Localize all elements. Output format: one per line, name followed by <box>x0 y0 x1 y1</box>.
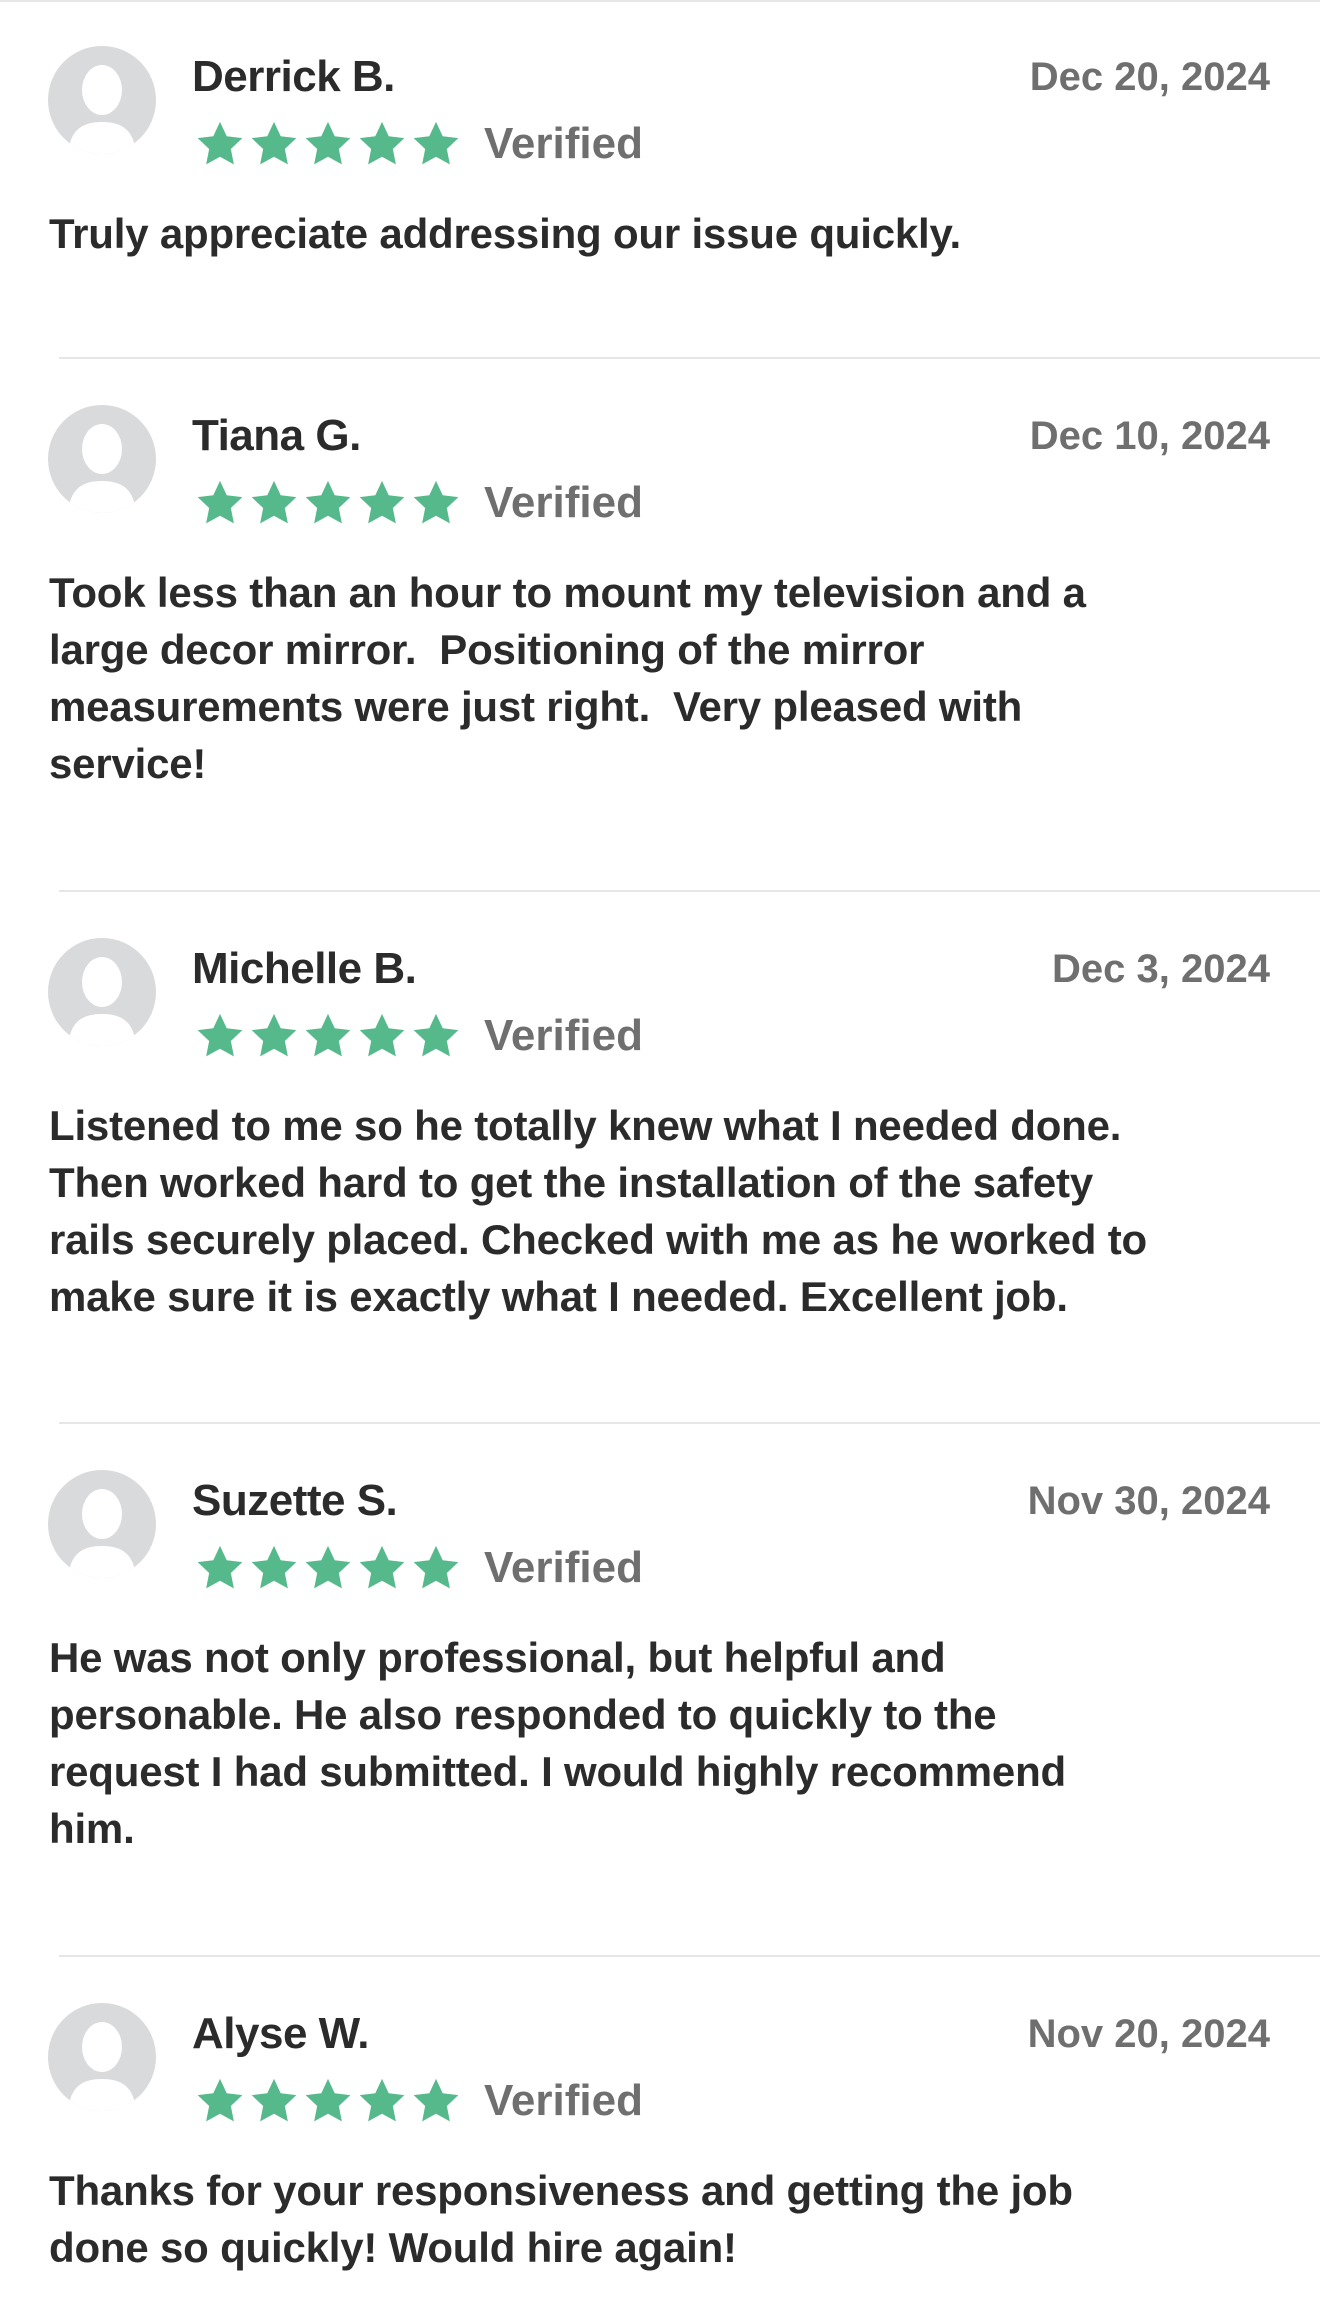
star-icon <box>305 2078 351 2122</box>
review-text: Took less than an hour to mount my telev… <box>49 569 1086 787</box>
review-divider <box>59 357 1320 359</box>
review-divider <box>59 1422 1320 1424</box>
star-icon <box>305 480 351 524</box>
star-icon <box>305 1545 351 1589</box>
verified-label: Verified <box>484 2076 643 2125</box>
review-date: Dec 10, 2024 <box>1029 414 1270 458</box>
star-icon <box>305 1013 351 1057</box>
review-divider <box>59 890 1320 892</box>
star-icon <box>197 1013 243 1057</box>
default-avatar-icon <box>48 1470 156 1578</box>
reviewer-name: Alyse W. <box>192 2009 369 2058</box>
star-rating: Verified <box>194 475 643 531</box>
star-icon <box>413 1013 459 1057</box>
default-avatar-icon <box>48 938 156 1046</box>
star-rating: Verified <box>194 2073 643 2129</box>
review-date: Dec 3, 2024 <box>1052 947 1270 991</box>
reviewer-name: Tiana G. <box>192 411 361 460</box>
verified-label: Verified <box>484 1011 643 1060</box>
star-icon <box>359 1013 405 1057</box>
star-icon <box>251 1013 297 1057</box>
star-icon <box>359 2078 405 2122</box>
review-text: Truly appreciate addressing our issue qu… <box>49 210 962 257</box>
review-date: Nov 30, 2024 <box>1027 1479 1270 1523</box>
verified-label: Verified <box>484 119 643 168</box>
review-text: Listened to me so he totally knew what I… <box>49 1102 1147 1320</box>
reviewer-name: Suzette S. <box>192 1476 398 1525</box>
default-avatar-icon <box>48 2003 156 2111</box>
star-rating: Verified <box>194 116 643 172</box>
default-avatar-icon <box>48 46 156 154</box>
verified-label: Verified <box>484 478 643 527</box>
star-rating: Verified <box>194 1008 643 1064</box>
top-divider <box>0 0 1320 2</box>
star-icon <box>359 480 405 524</box>
star-icon <box>413 480 459 524</box>
review-date: Nov 20, 2024 <box>1027 2012 1270 2056</box>
star-icon <box>197 1545 243 1589</box>
review-text: Thanks for your responsiveness and getti… <box>49 2167 1073 2271</box>
star-icon <box>197 121 243 165</box>
star-icon <box>251 121 297 165</box>
default-avatar-icon <box>48 405 156 513</box>
review-divider <box>59 1955 1320 1957</box>
star-icon <box>251 480 297 524</box>
verified-label: Verified <box>484 1543 643 1592</box>
star-icon <box>413 1545 459 1589</box>
star-icon <box>359 121 405 165</box>
star-icon <box>359 1545 405 1589</box>
review-date: Dec 20, 2024 <box>1029 55 1270 99</box>
star-icon <box>413 121 459 165</box>
review-text: He was not only professional, but helpfu… <box>49 1634 1066 1852</box>
star-icon <box>305 121 351 165</box>
star-icon <box>197 480 243 524</box>
reviewer-name: Derrick B. <box>192 52 395 101</box>
star-icon <box>413 2078 459 2122</box>
star-icon <box>251 2078 297 2122</box>
star-icon <box>197 2078 243 2122</box>
star-icon <box>251 1545 297 1589</box>
star-rating: Verified <box>194 1540 643 1596</box>
reviewer-name: Michelle B. <box>192 944 417 993</box>
